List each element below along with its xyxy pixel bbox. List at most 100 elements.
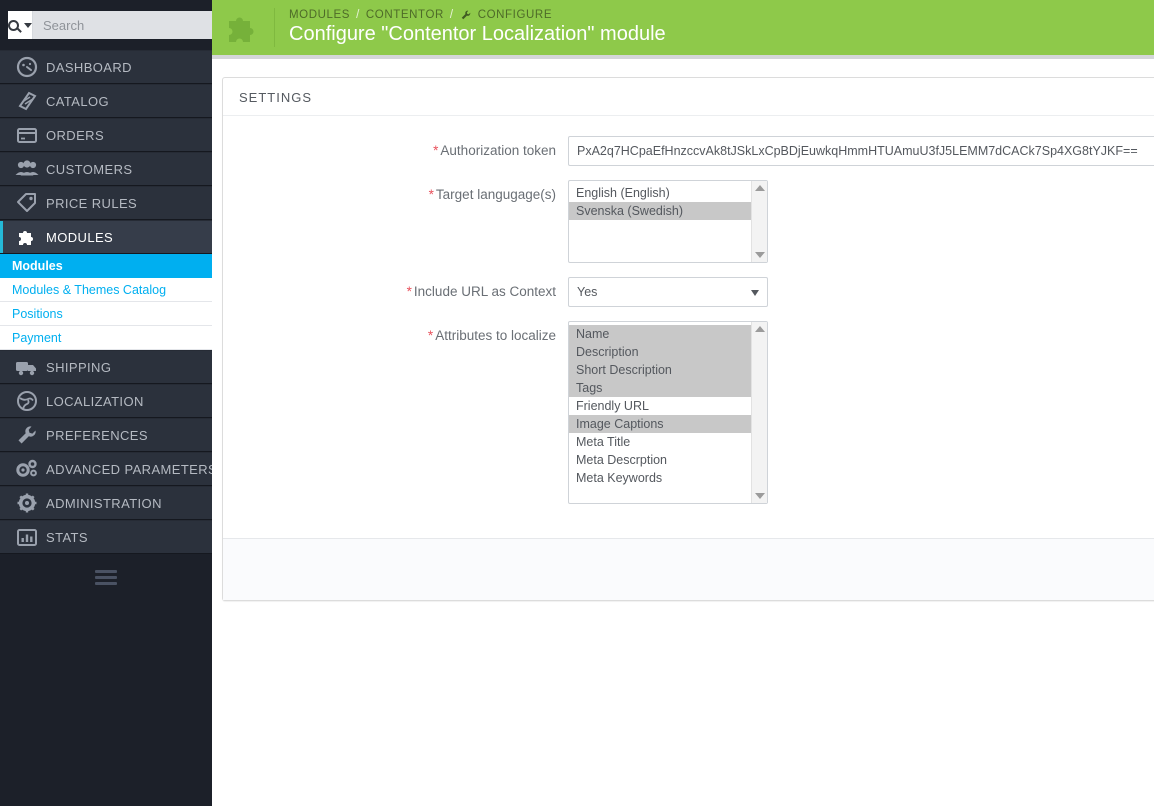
attributes-options: Name Description Short Description Tags … [569, 322, 751, 503]
language-option[interactable]: English (English) [569, 184, 751, 202]
attributes-listbox[interactable]: Name Description Short Description Tags … [568, 321, 768, 504]
page-title: Configure "Contentor Localization" modul… [289, 23, 666, 46]
triangle-down-icon[interactable] [755, 493, 765, 499]
sidebar-item-label: PREFERENCES [46, 428, 148, 443]
triangle-up-icon[interactable] [755, 185, 765, 191]
sidebar-item-label: ADVANCED PARAMETERS [46, 462, 217, 477]
chevron-down-icon [24, 23, 32, 28]
include-url-select[interactable]: Yes No [568, 277, 768, 307]
submenu-item-label: Positions [12, 307, 63, 321]
form-row-languages: *Target langugage(s) English (English) S… [223, 180, 1154, 263]
breadcrumb-item-modules[interactable]: MODULES [289, 9, 350, 21]
target-languages-listbox[interactable]: English (English) Svenska (Swedish) [568, 180, 768, 263]
sidebar-item-label: SHIPPING [46, 360, 111, 375]
submenu-item-modules-themes-catalog[interactable]: Modules & Themes Catalog [0, 278, 212, 302]
attributes-label-text: Attributes to localize [435, 328, 556, 343]
hamburger-icon [95, 570, 117, 588]
panel-body: *Authorization token *Target langugage(s… [223, 116, 1154, 538]
sidebar-item-localization[interactable]: LOCALIZATION [0, 384, 212, 418]
breadcrumb-wrench-icon [460, 9, 472, 21]
token-label: *Authorization token [223, 136, 568, 160]
attribute-option[interactable]: Friendly URL [569, 397, 751, 415]
sidebar-search-area [0, 0, 212, 50]
sidebar-item-customers[interactable]: CUSTOMERS [0, 152, 212, 186]
book-icon [8, 89, 46, 113]
language-option[interactable]: Svenska (Swedish) [569, 202, 751, 220]
attribute-option[interactable]: Description [569, 343, 751, 361]
triangle-down-icon[interactable] [755, 252, 765, 258]
sidebar-item-label: ADMINISTRATION [46, 496, 162, 511]
triangle-up-icon[interactable] [755, 326, 765, 332]
languages-field-wrap: English (English) Svenska (Swedish) [568, 180, 1154, 263]
include-url-label-text: Include URL as Context [414, 284, 556, 299]
attribute-option[interactable]: Meta Descrption [569, 451, 751, 469]
sidebar-item-advanced-parameters[interactable]: ADVANCED PARAMETERS [0, 452, 212, 486]
sidebar-item-preferences[interactable]: PREFERENCES [0, 418, 212, 452]
gauge-icon [8, 55, 46, 79]
languages-scrollbar[interactable] [751, 181, 767, 262]
attribute-option[interactable]: Tags [569, 379, 751, 397]
submenu-item-label: Modules [12, 259, 63, 273]
attributes-scrollbar[interactable] [751, 322, 767, 503]
languages-label-text: Target langugage(s) [436, 187, 556, 202]
search-input[interactable] [33, 11, 229, 39]
breadcrumb-separator: / [356, 9, 360, 21]
token-label-text: Authorization token [440, 143, 556, 158]
sidebar-item-orders[interactable]: ORDERS [0, 118, 212, 152]
include-url-field-wrap: Yes No [568, 277, 1154, 307]
modules-submenu: Modules Modules & Themes Catalog Positio… [0, 254, 212, 350]
required-marker: * [428, 328, 433, 343]
required-marker: * [433, 143, 438, 158]
sidebar-item-shipping[interactable]: SHIPPING [0, 350, 212, 384]
attributes-label: *Attributes to localize [223, 321, 568, 345]
token-field-wrap [568, 136, 1154, 166]
submenu-item-modules[interactable]: Modules [0, 254, 212, 278]
puzzle-icon [8, 225, 46, 249]
search-icon [8, 20, 19, 31]
form-row-include-url: *Include URL as Context Yes No [223, 277, 1154, 307]
submenu-item-positions[interactable]: Positions [0, 302, 212, 326]
sidebar-item-price-rules[interactable]: PRICE RULES [0, 186, 212, 220]
search-box [8, 11, 204, 39]
breadcrumb-separator: / [450, 9, 454, 21]
sidebar-item-label: LOCALIZATION [46, 394, 144, 409]
required-marker: * [407, 284, 412, 299]
sidebar-item-label: PRICE RULES [46, 196, 137, 211]
people-icon [8, 157, 46, 181]
sidebar-item-modules[interactable]: MODULES [0, 220, 212, 254]
admin-page: DASHBOARD CATALOG ORDERS CUSTOMERS [0, 0, 1154, 806]
attribute-option[interactable]: Meta Keywords [569, 469, 751, 487]
sidebar-item-label: STATS [46, 530, 88, 545]
submenu-item-payment[interactable]: Payment [0, 326, 212, 350]
bar-chart-icon [8, 525, 46, 549]
sidebar-item-label: CUSTOMERS [46, 162, 132, 177]
sidebar-item-administration[interactable]: ADMINISTRATION [0, 486, 212, 520]
languages-label: *Target langugage(s) [223, 180, 568, 204]
sidebar-collapse-toggle[interactable] [0, 554, 212, 604]
attribute-option[interactable]: Name [569, 325, 751, 343]
include-url-label: *Include URL as Context [223, 277, 568, 301]
sidebar-item-label: ORDERS [46, 128, 104, 143]
breadcrumb-item-configure[interactable]: CONFIGURE [478, 9, 552, 21]
sidebar-item-catalog[interactable]: CATALOG [0, 84, 212, 118]
include-url-select-wrap: Yes No [568, 277, 768, 307]
settings-panel: SETTINGS *Authorization token *Target la… [222, 77, 1154, 601]
attribute-option[interactable]: Meta Title [569, 433, 751, 451]
wrench-icon [8, 423, 46, 447]
sidebar-item-dashboard[interactable]: DASHBOARD [0, 50, 212, 84]
sidebar-item-stats[interactable]: STATS [0, 520, 212, 554]
attribute-option[interactable]: Short Description [569, 361, 751, 379]
authorization-token-input[interactable] [568, 136, 1154, 166]
sidebar-item-label: MODULES [46, 230, 113, 245]
search-button[interactable] [8, 11, 33, 39]
panel-heading: SETTINGS [223, 78, 1154, 116]
required-marker: * [429, 187, 434, 202]
gear-icon [8, 491, 46, 515]
attribute-option[interactable]: Image Captions [569, 415, 751, 433]
globe-icon [8, 389, 46, 413]
header-puzzle-icon [212, 0, 274, 55]
breadcrumb-item-contentor[interactable]: CONTENTOR [366, 9, 444, 21]
form-row-attributes: *Attributes to localize Name Description… [223, 321, 1154, 504]
header-text: MODULES / CONTENTOR / CONFIGURE Configur… [275, 0, 666, 55]
content-area: SETTINGS *Authorization token *Target la… [212, 59, 1154, 806]
